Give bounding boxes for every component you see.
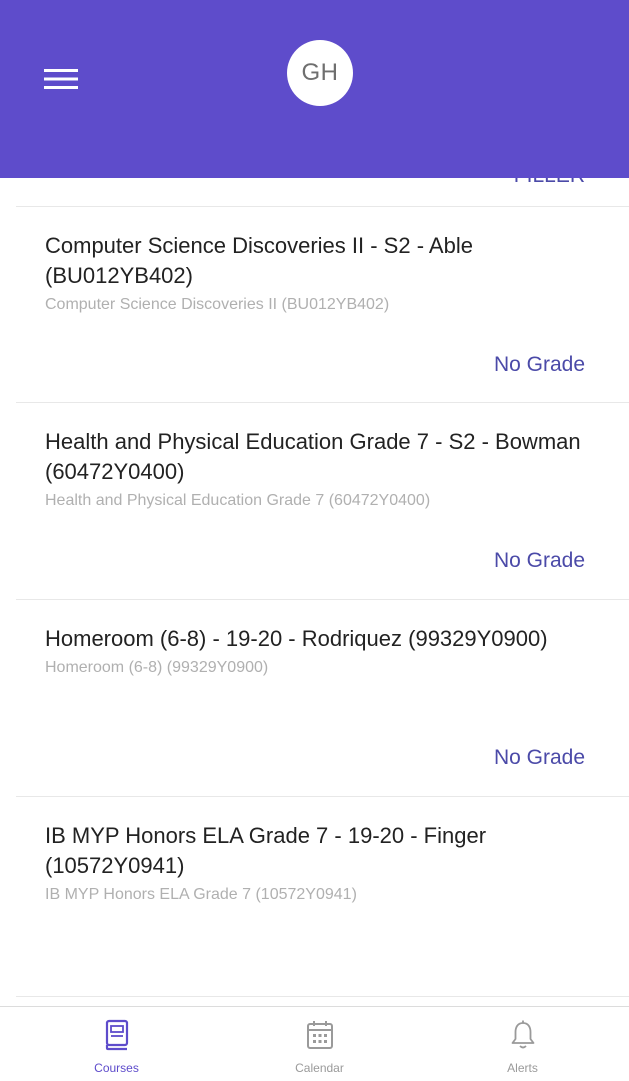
tab-label: Courses <box>94 1061 139 1075</box>
course-title: Homeroom (6-8) - 19-20 - Rodriquez (9932… <box>45 626 548 651</box>
tab-calendar[interactable]: Calendar <box>215 1007 424 1081</box>
course-subtitle: Computer Science Discoveries II (BU012YB… <box>45 296 390 313</box>
avatar[interactable]: GH <box>287 40 353 106</box>
course-grade: No Grade <box>493 746 585 769</box>
course-item[interactable]: Health and Physical Education Grade 7 - … <box>16 403 629 600</box>
course-title: IB MYP Honors ELA Grade 7 - 19-20 - Fing… <box>45 823 487 878</box>
course-item[interactable]: Computer Science Discoveries II - S2 - A… <box>16 207 629 403</box>
course-item[interactable]: Homeroom (6-8) - 19-20 - Rodriquez (9932… <box>16 600 629 797</box>
bottom-tab-bar: Courses Calendar Alerts <box>0 1006 629 1080</box>
course-list: FILLER Computer Science Discoveries II -… <box>16 178 629 1006</box>
bell-icon <box>509 1019 537 1051</box>
menu-button[interactable] <box>44 66 78 92</box>
course-subtitle: IB MYP Honors ELA Grade 7 (10572Y0941) <box>45 886 357 903</box>
hamburger-menu-icon <box>44 66 78 92</box>
course-title: Computer Science Discoveries II - S2 - A… <box>45 233 473 288</box>
course-grade: No Grade <box>493 353 585 376</box>
tab-label: Alerts <box>507 1061 538 1075</box>
course-subtitle: Health and Physical Education Grade 7 (6… <box>45 492 431 509</box>
tab-courses[interactable]: Courses <box>12 1007 221 1081</box>
app-header: GH <box>0 0 629 178</box>
book-icon <box>103 1019 131 1051</box>
partial-list-item: FILLER <box>16 178 629 207</box>
course-grade: No Grade <box>493 549 585 572</box>
calendar-icon <box>306 1019 334 1051</box>
course-subtitle: Homeroom (6-8) (99329Y0900) <box>45 659 269 676</box>
tab-label: Calendar <box>295 1061 344 1075</box>
course-title: Health and Physical Education Grade 7 - … <box>45 429 581 484</box>
course-item[interactable]: IB MYP Honors ELA Grade 7 - 19-20 - Fing… <box>16 797 629 997</box>
partial-grade-text: FILLER <box>514 178 585 188</box>
tab-alerts[interactable]: Alerts <box>418 1007 627 1081</box>
